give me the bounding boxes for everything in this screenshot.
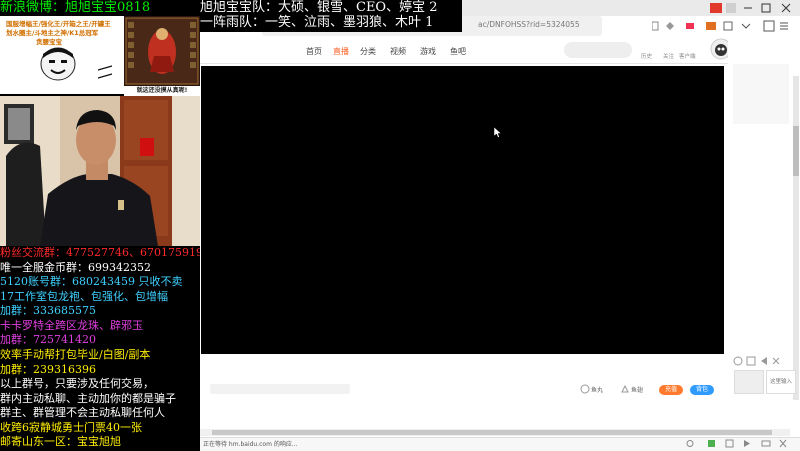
info-line: 17工作室包龙袍、包强化、包增幅 xyxy=(0,289,168,303)
banner-line-3: 贪腰宝宝 xyxy=(36,38,62,46)
fish-fin-icon xyxy=(621,384,629,393)
nav-category[interactable]: 分类 xyxy=(360,46,376,57)
nav-game[interactable]: 游戏 xyxy=(420,46,436,57)
info-line: 加群：725741420 xyxy=(0,333,96,347)
info-line: 邮寄山东一区：宝宝旭旭 xyxy=(0,435,121,449)
info-line: 群内主动私聊、主动加你的都是骗子 xyxy=(0,391,176,405)
video-player[interactable] xyxy=(201,66,724,354)
recharge-button[interactable]: 充值 xyxy=(659,385,683,395)
mouse-cursor-icon xyxy=(494,127,502,138)
team-line-2: 一阵雨队：一笑、泣雨、墨羽狼、木叶 1 xyxy=(200,15,434,30)
fish-ball-icon xyxy=(580,384,590,394)
stream-info-placeholder xyxy=(210,384,350,394)
info-line: 群主、群管理不会主动私聊任何人 xyxy=(0,406,165,420)
info-line: 粉丝交流群：477527746、670175919 xyxy=(0,246,203,259)
banner-lines-decoration xyxy=(97,65,113,79)
thumbnail-caption: 就这还没摸从真呢! xyxy=(124,86,200,96)
info-line: 5120账号群：680243459 只收不卖 xyxy=(0,275,183,289)
status-text: 正在等待 hm.baidu.com 的响应... xyxy=(203,441,298,448)
header-link-follow[interactable]: 关注 xyxy=(663,52,674,60)
info-line: 加群：333685575 xyxy=(0,304,96,318)
nav-video[interactable]: 视频 xyxy=(390,46,406,57)
info-line: 以上群号，只要涉及任何交易， xyxy=(0,377,154,391)
streamer-webcam xyxy=(0,96,200,246)
info-line: 唯一全服金币群：699342352 xyxy=(0,260,151,274)
game-screenshot-thumbnail xyxy=(124,16,200,86)
chat-scrollbar-thumb[interactable] xyxy=(793,126,799,176)
weibo-handle: 新浪微博：旭旭宝宝0818 xyxy=(0,0,151,15)
chat-tool-icons[interactable] xyxy=(733,356,781,366)
info-line: 加群：239316396 xyxy=(0,362,96,376)
header-divider xyxy=(200,63,728,64)
nav-home[interactable]: 首页 xyxy=(306,46,322,57)
info-line: 卡卡罗特全跨区龙珠、辟邪玉 xyxy=(0,318,143,332)
chat-scrollbar[interactable] xyxy=(793,76,799,400)
meme-face-icon xyxy=(40,47,76,81)
info-text-block: 粉丝交流群：477527746、670175919 唯一全服金币群：6993423… xyxy=(0,246,203,450)
fish-ball-label: 鱼丸 xyxy=(591,387,604,394)
chat-input-field[interactable]: 这里输入 xyxy=(766,370,796,394)
chat-decoration xyxy=(733,64,789,124)
fish-fin-label: 鱼翅 xyxy=(631,387,644,394)
info-line: 效率手动帮打包毕业/白图/副本 xyxy=(0,348,151,361)
browser-toolbar-icons xyxy=(652,20,788,32)
team-score-overlay: 旭旭宝宝队：大硕、银雪、CEO、婷宝 2 一阵雨队：一笑、泣雨、墨羽狼、木叶 1 xyxy=(200,0,462,32)
status-bar-icons xyxy=(686,439,787,448)
chat-send-box[interactable] xyxy=(734,370,764,394)
window-controls xyxy=(710,3,791,13)
address-bar-url: ac/DNFOHSS?rid=5324055 xyxy=(478,20,580,29)
info-line: 收跨6寂静城勇士门票40一张 xyxy=(0,420,142,434)
horizontal-scrollbar-thumb[interactable] xyxy=(212,430,772,435)
header-link-history[interactable]: 历史 xyxy=(641,52,652,60)
backpack-button[interactable]: 背包 xyxy=(690,385,714,395)
nav-live[interactable]: 直播 xyxy=(333,46,349,57)
team-line-1: 旭旭宝宝队：大硕、银雪、CEO、婷宝 2 xyxy=(200,0,438,15)
nav-fishbar[interactable]: 鱼吧 xyxy=(450,46,466,57)
header-link-client[interactable]: 客户端 xyxy=(679,52,696,60)
site-search-input[interactable] xyxy=(564,42,632,58)
